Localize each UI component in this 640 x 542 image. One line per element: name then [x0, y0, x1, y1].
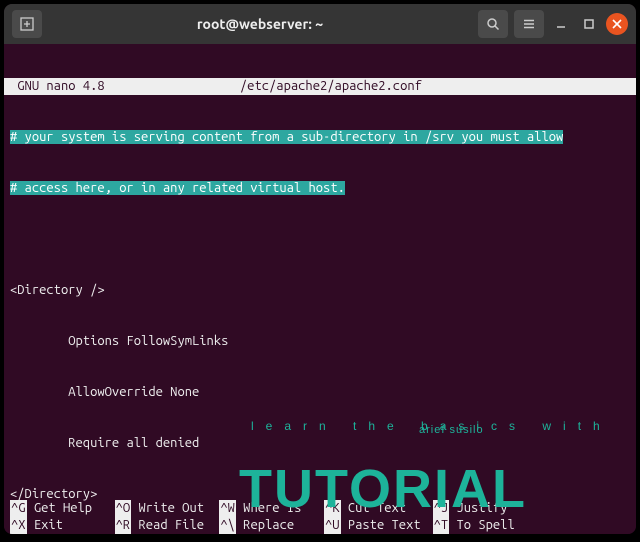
editor-line: Options FollowSymLinks	[4, 333, 636, 350]
nano-filename: /etc/apache2/apache2.conf	[105, 78, 558, 95]
editor-line: AllowOverride None	[4, 384, 636, 401]
editor-line: <Directory />	[4, 282, 636, 299]
close-button[interactable]	[606, 13, 628, 35]
shortcut-replace: ^\ Replace	[213, 517, 318, 534]
maximize-button[interactable]	[578, 13, 600, 35]
editor-line: # your system is serving content from a …	[4, 129, 636, 146]
nano-titlebar: GNU nano 4.8 /etc/apache2/apache2.conf	[4, 78, 636, 95]
shortcut-cut: ^K Cut Text	[318, 500, 427, 517]
shortcut-exit: ^X Exit	[4, 517, 109, 534]
shortcut-writeout: ^O Write Out	[109, 500, 214, 517]
editor-line: # access here, or in any related virtual…	[4, 180, 636, 197]
new-tab-button[interactable]	[12, 10, 42, 38]
titlebar: root@webserver: ~	[4, 4, 636, 44]
shortcut-readfile: ^R Read File	[109, 517, 214, 534]
terminal-window: root@webserver: ~ GNU nano 4.8 /etc/apac…	[4, 4, 636, 534]
shortcut-whereis: ^W Where Is	[213, 500, 318, 517]
nano-footer: ^G Get Help ^O Write Out ^W Where Is ^K …	[4, 500, 636, 534]
shortcut-paste: ^U Paste Text	[318, 517, 427, 534]
menu-button[interactable]	[514, 10, 544, 38]
editor-line	[4, 231, 636, 248]
shortcut-spell: ^T To Spell	[427, 517, 532, 534]
search-button[interactable]	[478, 10, 508, 38]
editor-line: Require all denied	[4, 435, 636, 452]
minimize-button[interactable]	[550, 13, 572, 35]
shortcut-help: ^G Get Help	[4, 500, 109, 517]
nano-version: GNU nano 4.8	[10, 78, 105, 95]
shortcut-justify: ^J Justify	[427, 500, 532, 517]
window-title: root@webserver: ~	[48, 16, 472, 32]
watermark-tagline: learn the basics with	[251, 418, 579, 435]
terminal-content[interactable]: GNU nano 4.8 /etc/apache2/apache2.conf #…	[4, 44, 636, 534]
